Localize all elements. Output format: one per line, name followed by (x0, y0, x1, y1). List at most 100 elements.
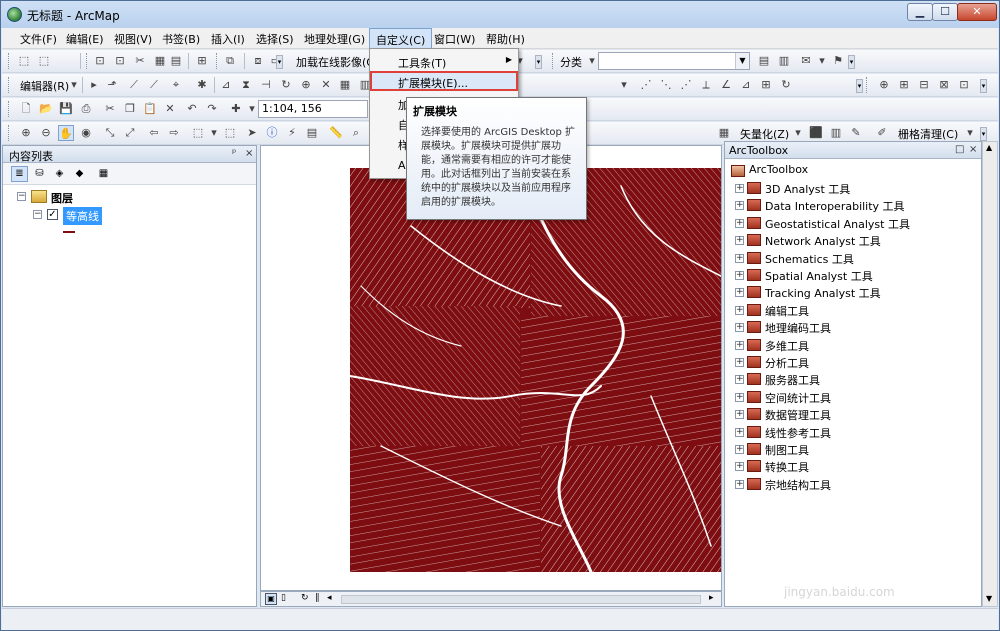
toolbox-item[interactable]: + 多维工具 (725, 337, 955, 354)
delete-icon[interactable]: ✕ (162, 101, 178, 117)
layer-name[interactable]: 等高线 (63, 207, 102, 225)
toolbox-item[interactable]: + 空间统计工具 (725, 389, 955, 406)
options-icon[interactable]: ▦ (95, 166, 112, 182)
vectorization-menu[interactable]: 矢量化(Z) (740, 126, 789, 142)
select-elements-icon[interactable]: ➤ (244, 125, 260, 141)
toolbar-overflow-icon[interactable]: ▾ (535, 55, 542, 69)
scale-input[interactable]: 1:104, 156 (258, 100, 368, 118)
list-by-drawing-order-icon[interactable]: ≣ (11, 166, 28, 182)
refresh-icon[interactable]: ↻ (301, 593, 309, 603)
find-binoculars-icon[interactable]: ⌕ (348, 125, 364, 141)
toolbar-overflow-icon[interactable]: ▾ (856, 79, 863, 93)
undo-icon[interactable]: ↶ (184, 101, 200, 117)
expand-icon[interactable]: + (735, 201, 744, 211)
dropdown-arrow-icon[interactable]: ▾ (616, 77, 632, 93)
close-button[interactable]: ✕ (957, 3, 997, 21)
menu-item-toolbars[interactable]: 工具条(T) ▶ (370, 51, 518, 71)
data-frame-icon[interactable]: ⊡ (92, 53, 108, 69)
close-icon[interactable]: × (245, 148, 253, 159)
close-icon[interactable]: × (969, 144, 977, 155)
toolbar-grip[interactable] (8, 125, 11, 141)
toolbox-item[interactable]: + 服务器工具 (725, 371, 955, 388)
toolbar-grip[interactable] (8, 53, 11, 69)
raster-cleanup-dropdown-icon[interactable]: ▾ (962, 125, 978, 141)
list-by-selection-icon[interactable]: ◆ (71, 166, 88, 182)
raster-painting-icon[interactable]: ▥ (828, 125, 844, 141)
add-data-icon[interactable]: ✚ (228, 101, 244, 117)
toolbox-item[interactable]: + 宗地结构工具 (725, 476, 955, 493)
menu-edit[interactable]: 编辑(E) (64, 31, 106, 47)
toolbar-overflow-icon[interactable]: ▾ (980, 79, 987, 93)
topology-icon[interactable]: ⊡ (956, 77, 972, 93)
georef-icon[interactable]: ⧉ (222, 53, 238, 69)
clear-selection-icon[interactable]: ⬚ (222, 125, 238, 141)
paste-icon[interactable]: 📋 (142, 101, 158, 117)
vertical-scrollbar[interactable]: ▲ ▼ (982, 141, 998, 607)
table-icon[interactable]: ▤ (168, 53, 184, 69)
full-extent-globe-icon[interactable]: ◉ (78, 125, 94, 141)
toolbar-grip[interactable] (8, 101, 11, 117)
vertex-icon[interactable]: ⋰ (638, 77, 654, 93)
toolbox-item[interactable]: + 线性参考工具 (725, 424, 955, 441)
select-dropdown-icon[interactable]: ▾ (206, 125, 222, 141)
toolbox-item[interactable]: + Schematics 工具 (725, 250, 955, 267)
trace-icon[interactable]: ⌖ (168, 77, 184, 93)
edit-tool-icon[interactable]: ▸ (86, 77, 102, 93)
fixed-zoom-in-icon[interactable]: ⤡ (102, 125, 118, 141)
maximize-icon[interactable]: □ (955, 144, 964, 155)
copy-icon[interactable]: ❐ (122, 101, 138, 117)
maximize-button[interactable]: ☐ (932, 3, 958, 21)
toolbox-item[interactable]: + 编辑工具 (725, 302, 955, 319)
back-arrow-icon[interactable]: ⇦ (146, 125, 162, 141)
zoom-out-icon[interactable]: ⊖ (38, 125, 54, 141)
collapse-icon[interactable]: − (33, 210, 42, 219)
hyperlink-icon[interactable]: ⚡ (284, 125, 300, 141)
delete-icon[interactable]: ✕ (318, 77, 334, 93)
cogo-icon[interactable]: ∠ (718, 77, 734, 93)
histogram-icon[interactable]: ▤ (756, 53, 772, 69)
cogo-icon[interactable]: ⊞ (758, 77, 774, 93)
toolbox-item[interactable]: + 分析工具 (725, 354, 955, 371)
rotate-icon[interactable]: ↻ (278, 77, 294, 93)
toolbox-item[interactable]: + Geostatistical Analyst 工具 (725, 215, 955, 232)
cogo-icon[interactable]: ⊿ (738, 77, 754, 93)
expand-icon[interactable]: + (735, 410, 744, 420)
straight-segment-icon[interactable]: ⟋ (126, 77, 142, 93)
topology-icon[interactable]: ⊞ (896, 77, 912, 93)
scroll-up-icon[interactable]: ▲ (986, 143, 992, 152)
toolbar-grip[interactable] (552, 53, 555, 69)
pan-hand-icon[interactable]: ✋ (58, 125, 74, 141)
topology-icon[interactable]: ⊠ (936, 77, 952, 93)
menu-item-extensions[interactable]: 扩展模块(E)... (370, 71, 518, 91)
select-dropdown-icon[interactable]: ⬚ (36, 53, 52, 69)
pin-icon[interactable]: ᵖ (232, 148, 236, 159)
expand-icon[interactable]: + (735, 184, 744, 193)
zoom-in-icon[interactable]: ⊕ (18, 125, 34, 141)
pause-icon[interactable]: ∥ (315, 593, 320, 603)
toolbar-overflow-icon[interactable]: ▾ (848, 55, 855, 69)
expand-icon[interactable]: + (735, 427, 744, 437)
layout-icon[interactable]: ⊡ (112, 53, 128, 69)
point-icon[interactable]: ✱ (194, 77, 210, 93)
expand-icon[interactable]: + (735, 358, 744, 367)
data-view-icon[interactable]: ▣ (265, 593, 277, 605)
toolbox-item[interactable]: + Network Analyst 工具 (725, 232, 955, 249)
vectorization-dropdown-icon[interactable]: ▾ (790, 125, 806, 141)
print-icon[interactable]: ⎙ (78, 101, 94, 117)
link-icon[interactable]: ⧈ (250, 53, 266, 69)
graph-icon[interactable]: ▦ (152, 53, 168, 69)
expand-icon[interactable]: + (735, 288, 744, 298)
attributes-icon[interactable]: ▦ (337, 77, 353, 93)
reshape-icon[interactable]: ⧗ (238, 77, 254, 93)
expand-icon[interactable]: + (735, 323, 744, 333)
layer-visibility-checkbox[interactable]: ✓ (47, 209, 58, 220)
toolbar-overflow-icon[interactable]: ▾ (980, 127, 987, 141)
vectorization-settings-icon[interactable]: ▦ (716, 125, 732, 141)
menu-insert[interactable]: 插入(I) (209, 31, 247, 47)
endpoint-arc-icon[interactable]: ⟋ (146, 77, 162, 93)
toolbox-item[interactable]: + 地理编码工具 (725, 319, 955, 336)
brush-icon[interactable]: ✎ (848, 125, 864, 141)
toolbox-item[interactable]: +3D Analyst 工具 (725, 180, 955, 197)
toolbar-grip[interactable] (216, 53, 219, 69)
fixed-zoom-out-icon[interactable]: ⤢ (122, 125, 138, 141)
